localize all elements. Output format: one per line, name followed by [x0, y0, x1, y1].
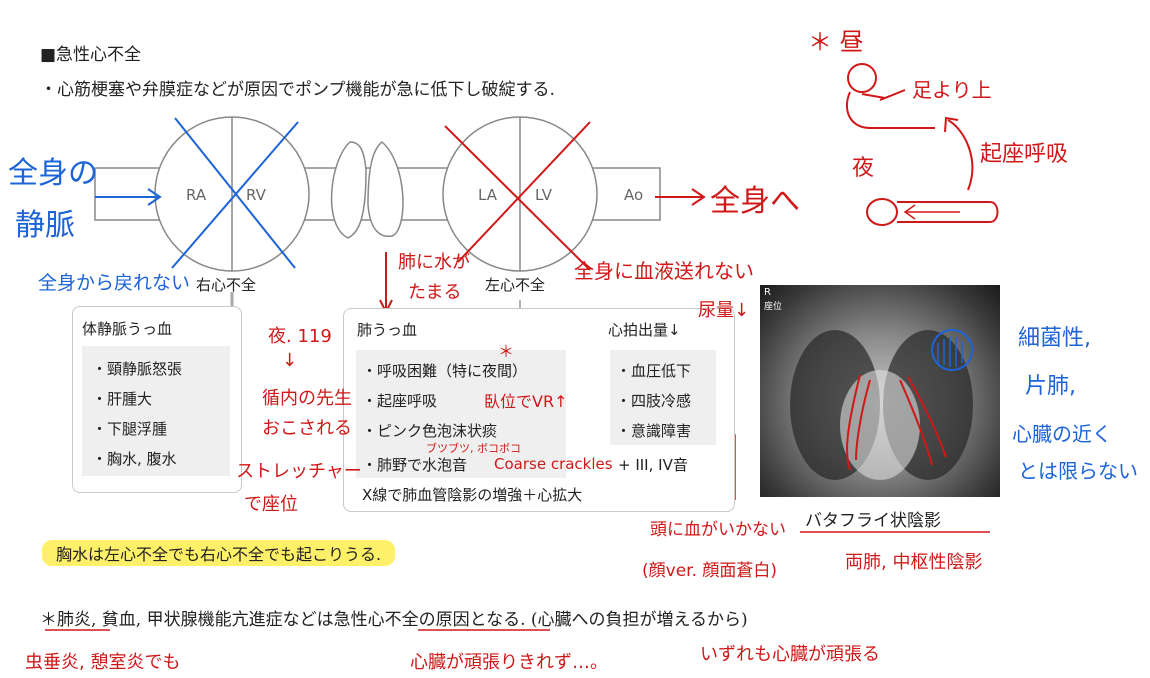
list-item: ・胸水, 腹水 — [92, 450, 177, 468]
annotation-bacterial-3: 心臓の近く — [1012, 422, 1112, 446]
annotation-night-119: 夜. 119 — [268, 326, 332, 347]
xray-marker: R — [764, 287, 771, 298]
pulmonary-congestion-title: 肺うっ血 — [357, 321, 418, 339]
xray-position: 座位 — [764, 302, 783, 312]
list-item: ・起座呼吸 — [362, 392, 438, 410]
annotation-heart-overwork: 心臓が頑張りきれず…。 — [410, 652, 608, 673]
annotation-lung-water-2: たまる — [408, 282, 462, 303]
list-item: ・下腿浮腫 — [92, 420, 168, 438]
annotation-coarse-crackles: Coarse crackles — [494, 455, 613, 473]
la-label: LA — [478, 186, 497, 204]
annotation-no-blood-to-body: 全身に血液送れない — [574, 259, 754, 283]
annotation-not-return: 全身から戻れない — [38, 272, 191, 294]
annotation-day: ＊ 昼 — [808, 28, 864, 56]
annotation-stretcher-2: で座位 — [244, 494, 298, 515]
chest-xray-image: R 座位 — [760, 285, 1000, 497]
list-item: ・意識障害 — [616, 422, 692, 440]
bottom-note: ＊肺炎, 貧血, 甲状腺機能亢進症などは急性心不全の原因となる. (心臓への負担… — [40, 610, 748, 630]
list-item: ・肺野で水泡音 — [362, 456, 468, 474]
annotation-bacterial-2: 片肺, — [1025, 374, 1076, 399]
annotation-hospital-2: おこされる — [262, 418, 352, 439]
xray-caption: バタフライ状陰影 — [805, 511, 941, 531]
left-heart-failure-label: 左心不全 — [485, 276, 546, 294]
annotation-pneumonia-note: 虫垂炎, 憩室炎でも — [25, 652, 181, 673]
list-item: ・血圧低下 — [616, 362, 692, 380]
annotation-both-heart-work: いずれも心臓が頑張る — [700, 644, 880, 665]
annotation-bacterial-4: とは限らない — [1018, 459, 1138, 483]
list-item: ・四肢冷感 — [616, 392, 692, 410]
annotation-night: 夜 — [852, 156, 875, 181]
annotation-pale-face: (顔ver. 顔面蒼白) — [642, 561, 778, 581]
annotation-hospital-1: 循内の先生 — [262, 388, 352, 409]
ao-label: Ao — [624, 186, 644, 204]
list-item: ・肝腫大 — [92, 390, 153, 408]
annotation-bacterial-1: 細菌性, — [1018, 326, 1091, 351]
annotation-bilateral: 両肺, 中枢性陰影 — [845, 552, 983, 573]
systemic-congestion-title: 体静脈うっ血 — [82, 320, 173, 338]
annotation-urine-down: 尿量↓ — [698, 300, 750, 321]
annotation-orthopnea: 起座呼吸 — [980, 142, 1069, 167]
annotation-arrow-down: ↓ — [282, 350, 298, 371]
annotation-supine-vr: 臥位でVR↑ — [484, 392, 568, 411]
right-heart-failure-label: 右心不全 — [196, 276, 257, 294]
highlighted-note: 胸水は左心不全でも右心不全でも起こりうる. — [42, 540, 396, 566]
list-item: ・呼吸困難（特に夜間） — [362, 362, 528, 380]
ra-label: RA — [186, 186, 207, 204]
annotation-head-no-blood: 頭に血がいかない — [650, 520, 786, 540]
annotation-above-legs: 足より上 — [912, 78, 992, 102]
annotation-asterisk: ＊ — [498, 342, 515, 361]
annotation-whole-body-2: 静脈 — [15, 208, 75, 243]
list-item: ・ピンク色泡沫状痰 — [362, 422, 498, 440]
list-item: ・頸静脈怒張 — [92, 360, 183, 378]
xray-finding-text: X線で肺血管陰影の増強＋心拡大 — [362, 486, 583, 504]
annotation-lung-water-1: 肺に水が — [398, 252, 470, 273]
cardiac-output-title: 心拍出量↓ — [608, 321, 681, 339]
rv-label: RV — [246, 186, 266, 204]
annotation-whole-body-1: 全身の — [8, 156, 98, 191]
lv-label: LV — [535, 186, 552, 204]
heart-sound-text: + III, IV音 — [618, 456, 688, 474]
annotation-bubbling: ブツブツ, ボコボコ — [426, 442, 521, 455]
annotation-stretcher-1: ストレッチャー — [236, 461, 362, 482]
annotation-to-whole-body: 全身へ — [710, 184, 800, 219]
